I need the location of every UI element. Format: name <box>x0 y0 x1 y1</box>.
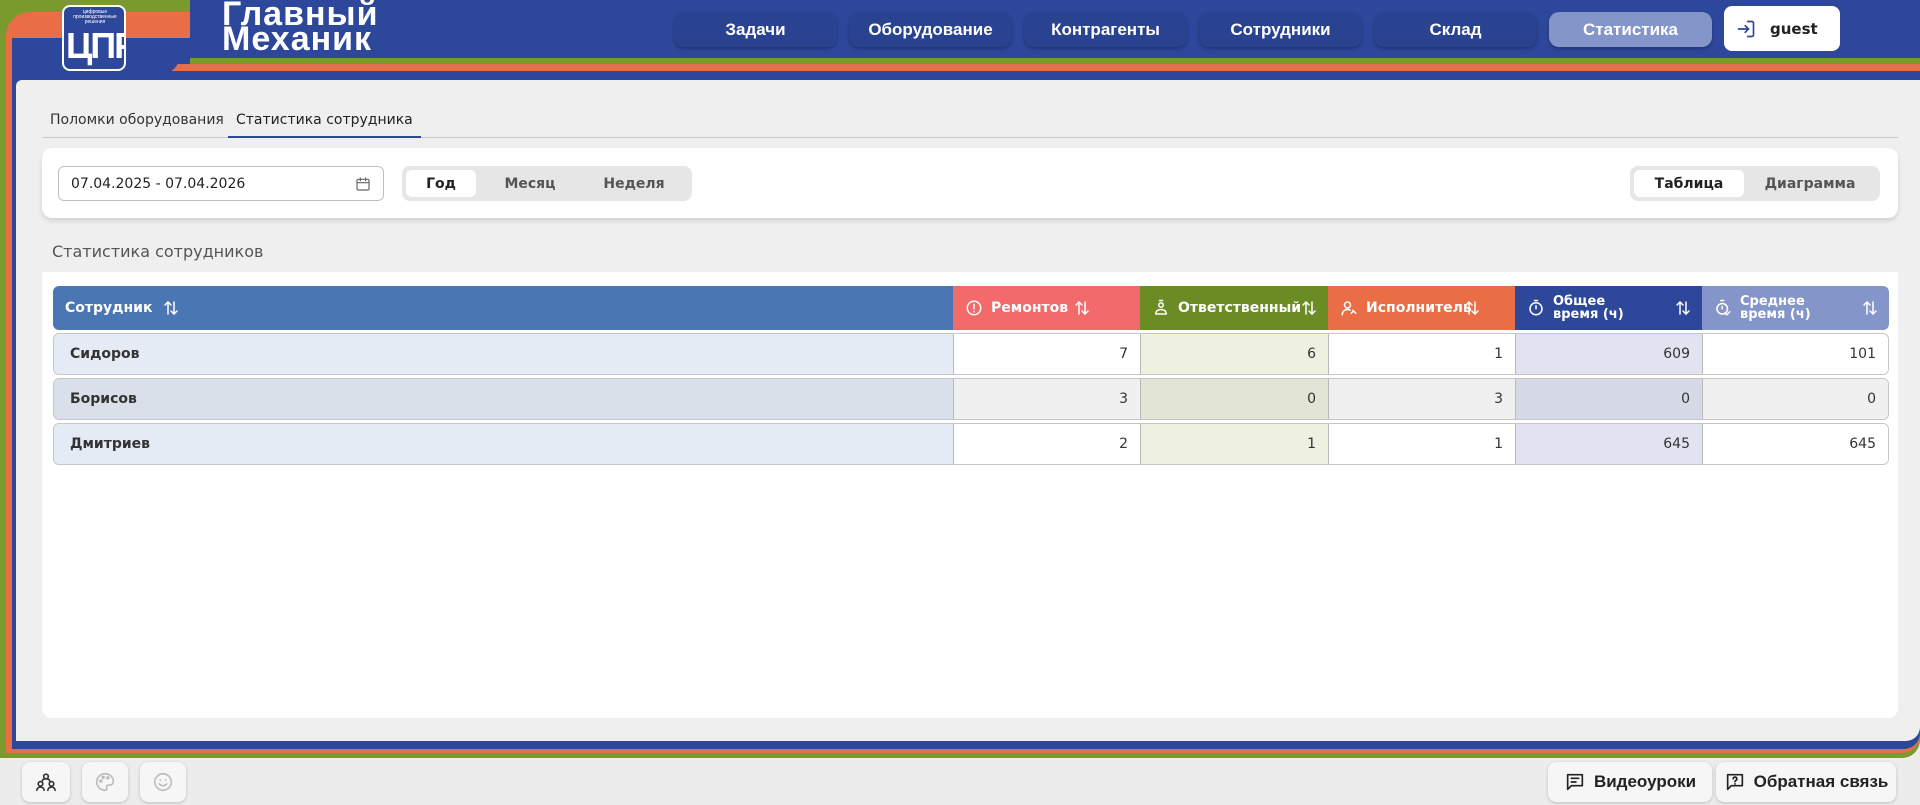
cell-executor: 1 <box>1328 424 1515 464</box>
person-wrench-icon <box>1341 301 1357 316</box>
feedback-button[interactable]: Обратная связь <box>1716 762 1896 802</box>
cell-repairs: 3 <box>953 379 1140 419</box>
nav-contractors[interactable]: Контрагенты <box>1024 12 1187 47</box>
sort-icon[interactable] <box>162 299 180 317</box>
col-employee[interactable]: Сотрудник <box>53 286 953 330</box>
date-range-input[interactable]: 07.04.2025 - 07.04.2026 <box>58 166 384 201</box>
col-avg-time-label: Среднее время (ч) <box>1740 295 1811 321</box>
col-avg-time[interactable]: Среднее время (ч) <box>1702 286 1889 330</box>
people-icon <box>36 773 56 792</box>
cell-responsible: 6 <box>1140 334 1328 374</box>
col-repairs-label: Ремонтов <box>991 300 1069 316</box>
tab-equipment-failures[interactable]: Поломки оборудования <box>50 112 224 138</box>
cell-total-time: 0 <box>1515 379 1702 419</box>
col-total-time[interactable]: Общее время (ч) <box>1515 286 1702 330</box>
logo[interactable]: цифровые производственные решения ЦПР <box>62 5 126 71</box>
user-name: guest <box>1770 19 1818 38</box>
login-icon <box>1737 20 1755 37</box>
col-responsible[interactable]: Ответственный <box>1140 286 1328 330</box>
cell-total-time: 645 <box>1515 424 1702 464</box>
date-range-value: 07.04.2025 - 07.04.2026 <box>71 175 246 192</box>
sort-icon[interactable] <box>1300 299 1318 317</box>
col-executor-label: Исполнитель <box>1366 300 1472 316</box>
col-executor[interactable]: Исполнитель <box>1328 286 1515 330</box>
table-header: Сотрудник Ремонтов Ответственный Исполни… <box>53 286 1889 330</box>
person-badge-icon <box>1155 299 1167 315</box>
nav-equipment[interactable]: Оборудование <box>849 12 1012 47</box>
stats-panel: Статистика сотрудников Сотрудник Ремонто… <box>42 230 1898 718</box>
help-chat-icon <box>1726 773 1743 791</box>
period-month[interactable]: Месяц <box>476 170 584 197</box>
brand-title: Главный Механик <box>222 0 378 58</box>
stats-table: Сотрудник Ремонтов Ответственный Исполни… <box>53 286 1889 465</box>
subtabs: Поломки оборудования Статистика сотрудни… <box>42 106 1898 138</box>
col-responsible-label: Ответственный <box>1178 300 1302 316</box>
period-year[interactable]: Год <box>406 170 476 197</box>
cell-avg-time: 645 <box>1702 424 1888 464</box>
view-selector: Таблица Диаграмма <box>1630 166 1880 201</box>
nav-warehouse[interactable]: Склад <box>1374 12 1537 47</box>
view-table[interactable]: Таблица <box>1634 170 1744 197</box>
period-week[interactable]: Неделя <box>584 170 684 197</box>
header-stripe-orange <box>172 64 1920 71</box>
cell-employee: Борисов <box>54 379 953 419</box>
stopwatch-check-icon <box>1716 299 1731 316</box>
filter-panel: 07.04.2025 - 07.04.2026 Год Месяц Неделя… <box>42 148 1898 218</box>
cell-executor: 3 <box>1328 379 1515 419</box>
sort-icon[interactable] <box>1073 299 1091 317</box>
alert-circle-icon <box>966 300 982 316</box>
user-button[interactable]: guest <box>1724 6 1840 51</box>
stopwatch-icon <box>1529 299 1543 316</box>
cell-responsible: 1 <box>1140 424 1328 464</box>
smile-icon <box>153 772 173 792</box>
nav-statistics[interactable]: Статистика <box>1549 12 1712 47</box>
col-repairs[interactable]: Ремонтов <box>953 286 1140 330</box>
table-row[interactable]: Борисов 3 0 3 0 0 <box>53 378 1889 420</box>
theme-button[interactable] <box>82 762 128 802</box>
sort-icon[interactable] <box>1674 299 1692 317</box>
sort-icon[interactable] <box>1861 299 1879 317</box>
brand-line-2: Механик <box>222 20 373 58</box>
cell-repairs: 2 <box>953 424 1140 464</box>
period-selector: Год Месяц Неделя <box>402 166 692 201</box>
video-lessons-label: Видеоуроки <box>1593 772 1697 791</box>
cell-avg-time: 101 <box>1702 334 1888 374</box>
cell-employee: Дмитриев <box>54 424 953 464</box>
nav-employees[interactable]: Сотрудники <box>1199 12 1362 47</box>
sort-icon[interactable] <box>1463 299 1481 317</box>
emoji-button[interactable] <box>140 762 186 802</box>
col-total-time-label: Общее время (ч) <box>1553 295 1624 321</box>
table-row[interactable]: Дмитриев 2 1 1 645 645 <box>53 423 1889 465</box>
table-row[interactable]: Сидоров 7 6 1 609 101 <box>53 333 1889 375</box>
video-chat-icon <box>1566 773 1584 791</box>
calendar-icon[interactable] <box>355 176 371 192</box>
logo-mark: ЦПР <box>66 25 124 66</box>
palette-icon <box>96 772 115 792</box>
tab-employee-stats[interactable]: Статистика сотрудника <box>228 112 421 138</box>
cell-executor: 1 <box>1328 334 1515 374</box>
cell-avg-time: 0 <box>1702 379 1888 419</box>
feedback-label: Обратная связь <box>1753 772 1889 791</box>
col-employee-label: Сотрудник <box>65 300 153 316</box>
view-chart[interactable]: Диаграмма <box>1744 170 1876 197</box>
col-total-time-line2: время (ч) <box>1553 307 1624 322</box>
cell-repairs: 7 <box>953 334 1140 374</box>
nav-tasks[interactable]: Задачи <box>674 12 837 47</box>
cell-employee: Сидоров <box>54 334 953 374</box>
logo-caption: цифровые производственные решения <box>73 9 117 25</box>
col-avg-time-line2: время (ч) <box>1740 307 1811 322</box>
panel-title: Статистика сотрудников <box>42 230 1898 272</box>
cell-total-time: 609 <box>1515 334 1702 374</box>
people-button[interactable] <box>22 762 70 802</box>
cell-responsible: 0 <box>1140 379 1328 419</box>
video-lessons-button[interactable]: Видеоуроки <box>1548 762 1712 802</box>
